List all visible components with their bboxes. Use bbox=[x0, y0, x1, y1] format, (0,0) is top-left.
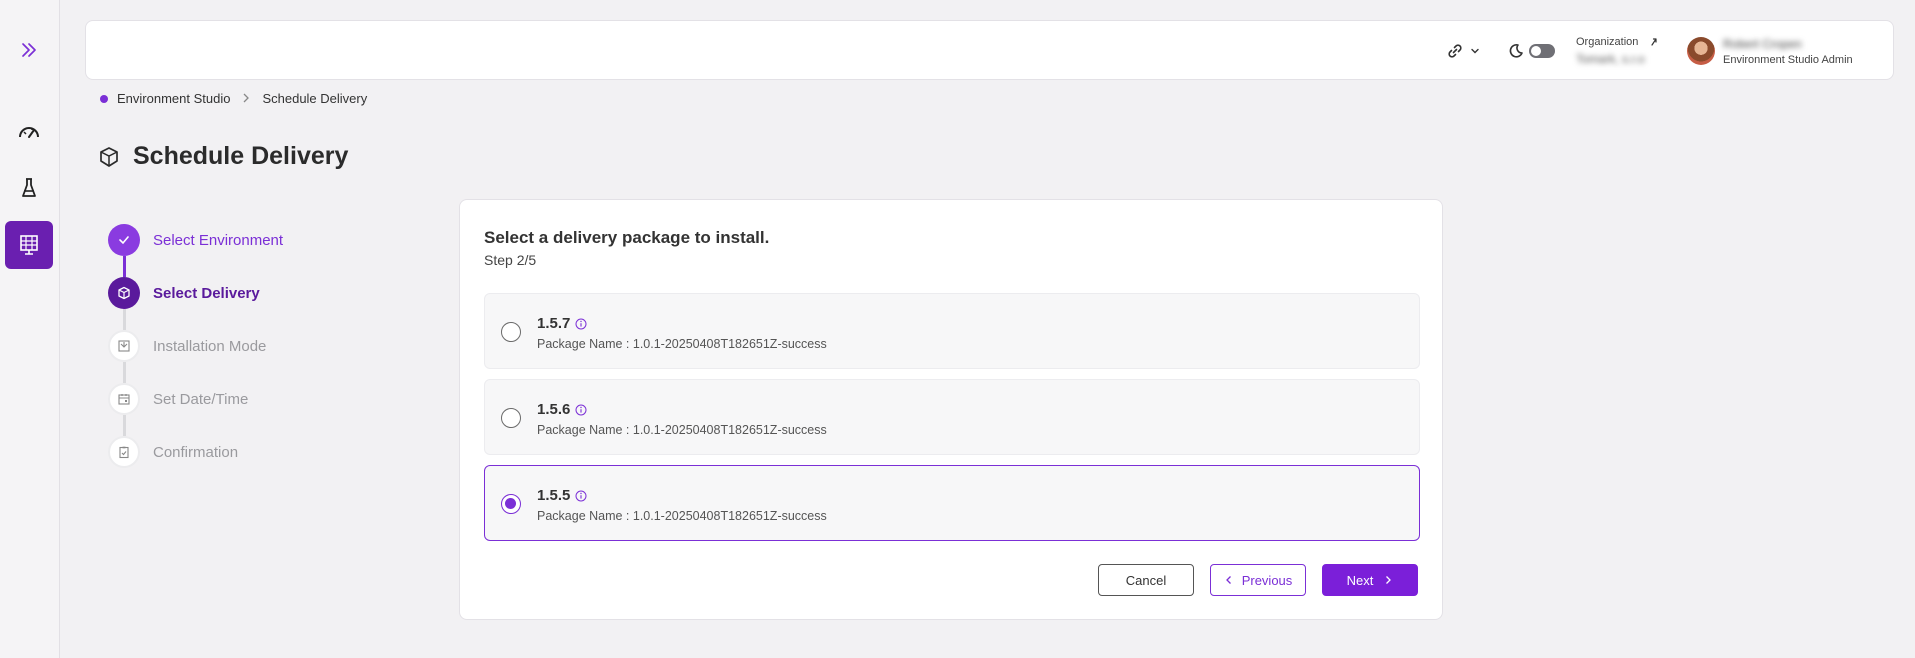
step-connector bbox=[123, 256, 126, 277]
user-menu[interactable]: Robert Cropen Environment Studio Admin bbox=[1687, 21, 1853, 81]
link-icon bbox=[1448, 44, 1462, 58]
dark-mode-switch[interactable] bbox=[1529, 44, 1555, 58]
step-label: Confirmation bbox=[153, 443, 239, 461]
grid-monitor-icon bbox=[20, 235, 38, 255]
user-name: Robert Cropen bbox=[1723, 36, 1802, 51]
step-connector bbox=[123, 309, 126, 330]
option-package-name: Package Name : 1.0.1-20250408T182651Z-su… bbox=[537, 509, 827, 523]
info-icon[interactable] bbox=[575, 404, 587, 416]
info-icon[interactable] bbox=[575, 490, 587, 502]
top-header: Organization Tomark, s.r.o Robert Cropen… bbox=[85, 20, 1894, 80]
chevron-right-icon bbox=[1386, 576, 1392, 584]
page-title: Schedule Delivery bbox=[133, 142, 349, 170]
step-installation-mode[interactable]: Installation Mode bbox=[108, 330, 266, 362]
step-label: Select Environment bbox=[153, 231, 284, 249]
step-label: Select Delivery bbox=[153, 284, 260, 302]
step-counter: Step 2/5 bbox=[484, 252, 537, 268]
card-title: Select a delivery package to install. bbox=[484, 228, 770, 247]
expand-sidebar-button[interactable] bbox=[5, 26, 53, 74]
previous-button[interactable]: Previous bbox=[1210, 564, 1306, 596]
organization-name: Tomark, s.r.o bbox=[1576, 52, 1645, 66]
cancel-button-label: Cancel bbox=[1125, 572, 1167, 588]
option-package-name: Package Name : 1.0.1-20250408T182651Z-su… bbox=[537, 337, 827, 351]
check-icon bbox=[119, 236, 129, 245]
cube-icon bbox=[118, 286, 130, 300]
option-version: 1.5.7 bbox=[537, 315, 571, 332]
step-circle-pending bbox=[108, 330, 140, 362]
previous-button-label: Previous bbox=[1241, 572, 1293, 588]
side-rail bbox=[0, 0, 60, 658]
chevron-down-icon bbox=[1471, 48, 1479, 54]
organization-label: Organization bbox=[1576, 36, 1639, 48]
chevron-right-icon bbox=[243, 93, 250, 102]
delivery-option-1-5-5[interactable]: 1.5.5 Package Name : 1.0.1-20250408T1826… bbox=[484, 465, 1420, 541]
package-icon bbox=[100, 146, 118, 167]
option-version: 1.5.6 bbox=[537, 401, 571, 418]
radio-button[interactable] bbox=[501, 322, 521, 342]
rail-item-environment-studio[interactable] bbox=[5, 221, 53, 269]
clipboard-check-icon bbox=[119, 446, 129, 459]
rail-item-dashboard[interactable] bbox=[5, 108, 53, 156]
step-connector bbox=[123, 415, 126, 436]
user-role: Environment Studio Admin bbox=[1723, 53, 1853, 66]
step-confirmation[interactable]: Confirmation bbox=[108, 436, 238, 468]
next-button[interactable]: Next bbox=[1322, 564, 1418, 596]
swap-icon bbox=[1651, 38, 1657, 46]
step-circle-pending bbox=[108, 383, 140, 415]
step-select-environment[interactable]: Select Environment bbox=[108, 224, 283, 256]
step-circle-pending bbox=[108, 436, 140, 468]
page-header: Schedule Delivery bbox=[99, 142, 348, 171]
speedometer-icon bbox=[19, 127, 39, 138]
breadcrumb: Environment Studio Schedule Delivery bbox=[100, 91, 367, 106]
breadcrumb-item-schedule-delivery: Schedule Delivery bbox=[262, 91, 368, 106]
option-version-row: 1.5.7 bbox=[537, 315, 587, 332]
radio-button-selected[interactable] bbox=[501, 494, 521, 514]
delivery-option-1-5-7[interactable]: 1.5.7 Package Name : 1.0.1-20250408T1826… bbox=[484, 293, 1420, 369]
step-circle-active bbox=[108, 277, 140, 309]
step-select-delivery[interactable]: Select Delivery bbox=[108, 277, 260, 309]
organization-switcher[interactable]: Organization Tomark, s.r.o bbox=[1576, 21, 1660, 81]
rail-item-lab[interactable] bbox=[5, 164, 53, 212]
option-version-row: 1.5.5 bbox=[537, 487, 587, 504]
breadcrumb-dot bbox=[100, 94, 108, 103]
flask-icon bbox=[22, 178, 36, 197]
next-button-label: Next bbox=[1346, 572, 1374, 588]
chevron-left-icon bbox=[1225, 576, 1231, 584]
radio-button[interactable] bbox=[501, 408, 521, 428]
option-version-row: 1.5.6 bbox=[537, 401, 587, 418]
theme-toggle[interactable] bbox=[1508, 21, 1555, 81]
step-label: Set Date/Time bbox=[153, 390, 249, 408]
step-label: Installation Mode bbox=[153, 337, 267, 355]
install-icon bbox=[118, 340, 130, 352]
link-menu-button[interactable] bbox=[1447, 21, 1481, 81]
chevron-double-right-icon bbox=[22, 43, 36, 57]
calendar-icon bbox=[118, 394, 130, 405]
delivery-selection-card: Select a delivery package to install. St… bbox=[459, 199, 1443, 620]
step-set-date-time[interactable]: Set Date/Time bbox=[108, 383, 248, 415]
breadcrumb-separator bbox=[242, 92, 250, 106]
step-circle-done bbox=[108, 224, 140, 256]
option-package-name: Package Name : 1.0.1-20250408T182651Z-su… bbox=[537, 423, 827, 437]
cancel-button[interactable]: Cancel bbox=[1098, 564, 1194, 596]
option-version: 1.5.5 bbox=[537, 487, 571, 504]
moon-icon bbox=[1509, 44, 1523, 58]
avatar bbox=[1687, 37, 1715, 65]
info-icon[interactable] bbox=[575, 318, 587, 330]
delivery-option-1-5-6[interactable]: 1.5.6 Package Name : 1.0.1-20250408T1826… bbox=[484, 379, 1420, 455]
step-connector bbox=[123, 362, 126, 383]
breadcrumb-item-environment-studio[interactable]: Environment Studio bbox=[117, 91, 230, 106]
